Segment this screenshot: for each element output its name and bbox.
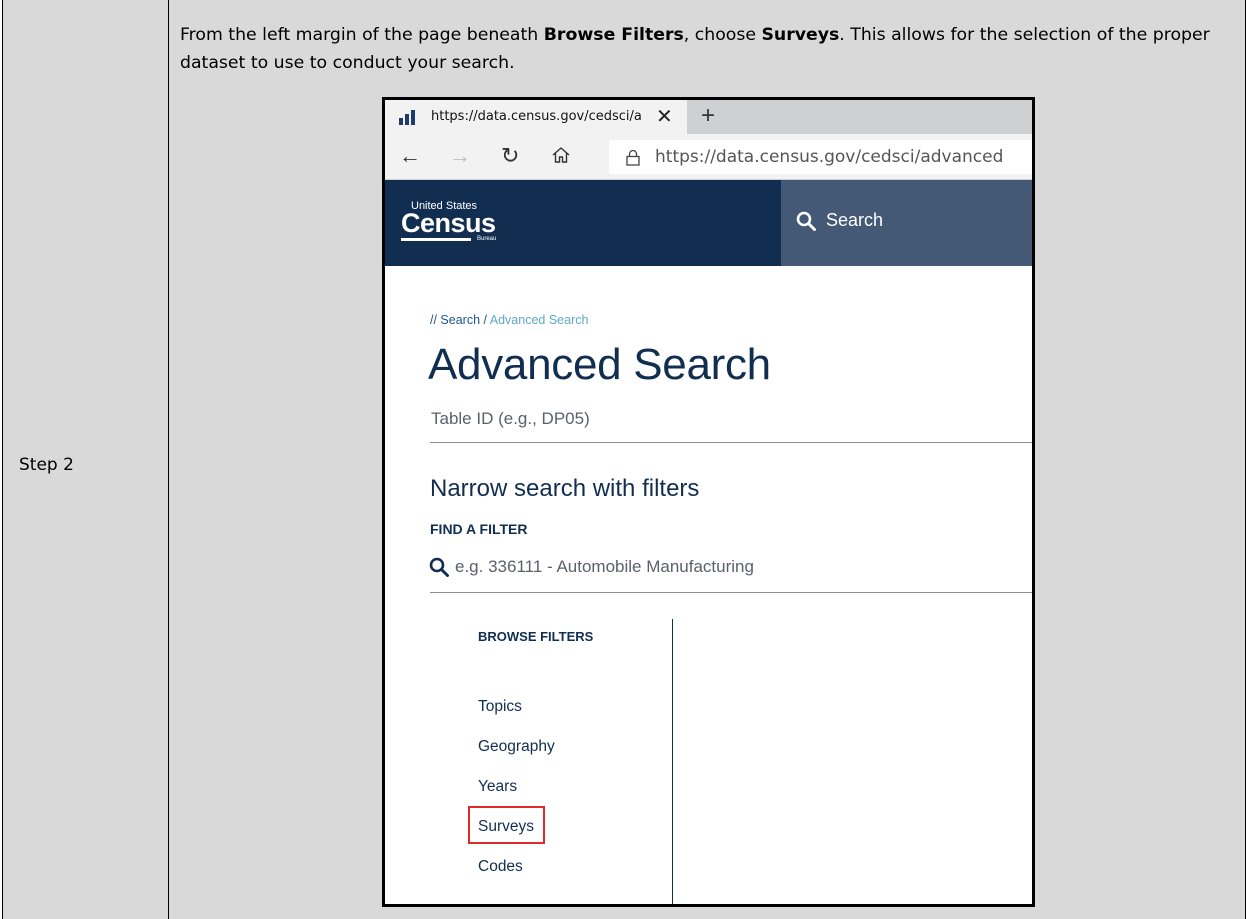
breadcrumb-search-link[interactable]: Search bbox=[440, 313, 480, 327]
browse-filters-heading: BROWSE FILTERS bbox=[478, 629, 594, 644]
browser-address-bar: ← → ↻ https://data.census.gov/cedsci/adv… bbox=[385, 134, 1032, 180]
refresh-icon[interactable]: ↻ bbox=[501, 142, 519, 170]
column-divider bbox=[168, 0, 169, 919]
instruction-table: Step 2 From the left margin of the page … bbox=[2, 0, 1246, 919]
lock-icon bbox=[626, 149, 640, 166]
new-tab-icon[interactable]: + bbox=[701, 102, 715, 130]
back-arrow-icon[interactable]: ← bbox=[399, 142, 421, 170]
url-field[interactable]: https://data.census.gov/cedsci/advanced bbox=[609, 140, 1032, 174]
instruction-part: From the left margin of the page beneath bbox=[180, 25, 544, 45]
census-favicon-icon bbox=[399, 110, 419, 125]
surveys-highlight-box bbox=[468, 806, 545, 844]
browse-filters-divider bbox=[672, 619, 673, 904]
filter-geography[interactable]: Geography bbox=[478, 738, 555, 756]
url-host: https://data.census.gov bbox=[655, 147, 856, 167]
home-icon[interactable] bbox=[551, 144, 571, 172]
narrow-search-heading: Narrow search with filters bbox=[430, 475, 700, 502]
filter-topics[interactable]: Topics bbox=[478, 698, 522, 716]
breadcrumb: // Search / Advanced Search bbox=[430, 313, 588, 327]
breadcrumb-separator: / bbox=[480, 313, 490, 327]
header-search-button[interactable]: Search bbox=[781, 180, 1032, 266]
find-filter-label: FIND A FILTER bbox=[430, 521, 528, 537]
logo-census: Census bbox=[401, 208, 496, 238]
filter-codes[interactable]: Codes bbox=[478, 858, 523, 876]
tab-title: https://data.census.gov/cedsci/a bbox=[431, 109, 642, 124]
filter-years[interactable]: Years bbox=[478, 778, 517, 796]
embedded-browser-screenshot: https://data.census.gov/cedsci/a ✕ + ← →… bbox=[382, 97, 1035, 907]
close-icon[interactable]: ✕ bbox=[656, 105, 673, 129]
page-title: Advanced Search bbox=[428, 340, 771, 389]
logo-bureau: Bureau bbox=[477, 236, 497, 242]
browser-tab[interactable]: https://data.census.gov/cedsci/a ✕ bbox=[385, 100, 687, 134]
instruction-bold-surveys: Surveys bbox=[761, 25, 840, 45]
instruction-part: , choose bbox=[683, 25, 762, 45]
logo-bar bbox=[401, 238, 471, 241]
census-header: United States Census Bureau Search bbox=[385, 180, 1032, 266]
breadcrumb-prefix: // bbox=[430, 313, 441, 327]
instruction-bold-browse-filters: Browse Filters bbox=[543, 25, 684, 45]
forward-arrow-icon[interactable]: → bbox=[449, 142, 471, 170]
instruction-text: From the left margin of the page beneath… bbox=[180, 21, 1220, 77]
table-id-field[interactable]: Table ID (e.g., DP05) bbox=[431, 409, 590, 429]
step-label: Step 2 bbox=[19, 455, 74, 475]
filter-search-input[interactable] bbox=[455, 555, 955, 579]
url-path: /cedsci/advanced bbox=[855, 147, 1004, 167]
browser-tab-bar: https://data.census.gov/cedsci/a ✕ + bbox=[385, 100, 1032, 134]
breadcrumb-current: Advanced Search bbox=[489, 313, 589, 327]
census-logo[interactable]: United States Census Bureau bbox=[401, 200, 511, 252]
search-icon bbox=[796, 211, 816, 231]
divider bbox=[430, 442, 1032, 443]
header-search-label: Search bbox=[826, 210, 884, 230]
search-icon bbox=[429, 557, 449, 577]
url-text: https://data.census.gov/cedsci/advanced bbox=[655, 147, 1003, 167]
divider bbox=[430, 592, 1032, 593]
